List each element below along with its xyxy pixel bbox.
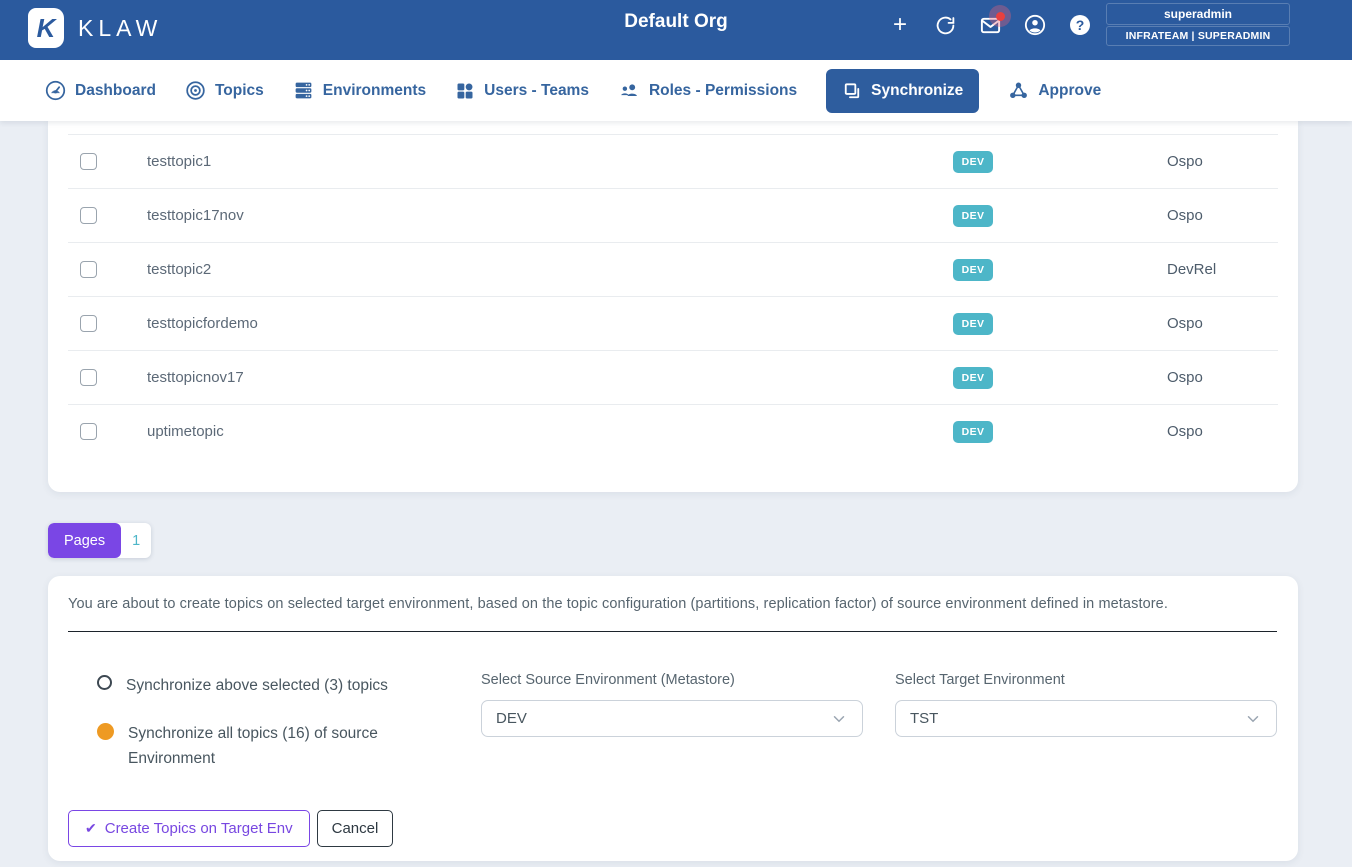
env-badge: DEV [953, 313, 994, 335]
app-root: K KLAW Default Org + [0, 0, 1352, 867]
target-env-field: Select Target Environment TST [895, 672, 1277, 737]
main-nav: Dashboard Topics Environments [0, 60, 1352, 121]
table-row: testtopic1 DEV Ospo [68, 134, 1278, 188]
nav-label: Topics [215, 82, 264, 100]
nav-item-approve[interactable]: Approve [1008, 80, 1101, 101]
topic-name: testtopic17nov [147, 207, 883, 224]
help-icon[interactable]: ? [1068, 13, 1092, 37]
team-name: Ospo [1063, 207, 1278, 224]
row-checkbox[interactable] [80, 315, 97, 332]
user-info[interactable]: superadmin INFRATEAM | SUPERADMIN [1106, 3, 1290, 46]
team-name: Ospo [1063, 423, 1278, 440]
notification-badge [989, 5, 1011, 27]
topic-name: uptimetopic [147, 423, 883, 440]
row-checkbox[interactable] [80, 153, 97, 170]
sync-scope-radio-group: Synchronize above selected (3) topics Sy… [97, 673, 457, 794]
row-checkbox[interactable] [80, 207, 97, 224]
gauge-icon [45, 80, 66, 101]
source-env-value: DEV [496, 710, 527, 727]
topic-name: testtopicfordemo [147, 315, 883, 332]
table-row: testtopicfordemo DEV Ospo [68, 296, 1278, 350]
target-env-label: Select Target Environment [895, 672, 1277, 688]
check-icon: ✔ [85, 820, 97, 837]
nav-label: Synchronize [871, 82, 963, 100]
top-header: K KLAW Default Org + [0, 0, 1352, 60]
nav-item-users-teams[interactable]: Users - Teams [455, 81, 589, 101]
table-row: testtopic2 DEV DevRel [68, 242, 1278, 296]
nav-item-roles-permissions[interactable]: Roles - Permissions [618, 80, 797, 102]
chevron-down-icon [830, 710, 848, 728]
team-name: Ospo [1063, 153, 1278, 170]
topic-name: testtopic2 [147, 261, 883, 278]
pages-label: Pages [48, 523, 121, 558]
table-row: testtopic17nov DEV Ospo [68, 188, 1278, 242]
source-env-label: Select Source Environment (Metastore) [481, 672, 863, 688]
username: superadmin [1106, 3, 1290, 25]
source-env-field: Select Source Environment (Metastore) DE… [481, 672, 863, 737]
user-icon[interactable] [1023, 13, 1047, 37]
target-env-value: TST [910, 710, 938, 727]
table-row: testtopicnov17 DEV Ospo [68, 350, 1278, 404]
page-1-button[interactable]: 1 [121, 523, 151, 558]
synchronize-panel: You are about to create topics on select… [48, 576, 1298, 861]
grid-icon [455, 81, 475, 101]
create-topics-label: Create Topics on Target Env [105, 820, 293, 837]
nav-label: Users - Teams [484, 82, 589, 100]
source-env-select[interactable]: DEV [481, 700, 863, 737]
env-badge: DEV [953, 205, 994, 227]
bullseye-icon [185, 80, 206, 101]
env-badge: DEV [953, 367, 994, 389]
mail-icon[interactable] [978, 13, 1002, 37]
topic-name: testtopic1 [147, 153, 883, 170]
target-env-select[interactable]: TST [895, 700, 1277, 737]
team-name: Ospo [1063, 369, 1278, 386]
people-icon [618, 80, 640, 102]
env-badge: DEV [953, 151, 994, 173]
row-checkbox[interactable] [80, 261, 97, 278]
nav-label: Approve [1038, 82, 1101, 100]
nav-item-synchronize[interactable]: Synchronize [826, 69, 979, 113]
chevron-down-icon [1244, 710, 1262, 728]
team-name: DevRel [1063, 261, 1278, 278]
env-badge: DEV [953, 259, 994, 281]
copy-icon [842, 81, 862, 101]
team-role: INFRATEAM | SUPERADMIN [1106, 26, 1290, 46]
row-checkbox[interactable] [80, 369, 97, 386]
nav-label: Roles - Permissions [649, 82, 797, 100]
cancel-button[interactable]: Cancel [317, 810, 394, 847]
team-name: Ospo [1063, 315, 1278, 332]
radio-selected-topics[interactable]: Synchronize above selected (3) topics [97, 673, 457, 698]
plus-icon[interactable]: + [888, 13, 912, 37]
server-icon [293, 80, 314, 101]
nav-item-topics[interactable]: Topics [185, 80, 264, 101]
radio-label: Synchronize above selected (3) topics [126, 673, 388, 698]
header-icon-bar: + [888, 10, 1092, 40]
env-badge: DEV [953, 421, 994, 443]
divider [68, 631, 1277, 632]
refresh-icon[interactable] [933, 13, 957, 37]
panel-actions: ✔ Create Topics on Target Env Cancel [68, 810, 393, 847]
create-topics-button[interactable]: ✔ Create Topics on Target Env [68, 810, 310, 847]
table-row: uptimetopic DEV Ospo [68, 404, 1278, 458]
network-icon [1008, 80, 1029, 101]
radio-label: Synchronize all topics (16) of source En… [128, 721, 433, 771]
row-checkbox[interactable] [80, 423, 97, 440]
radio-icon [97, 723, 114, 740]
panel-info-text: You are about to create topics on select… [68, 596, 1278, 612]
radio-all-topics[interactable]: Synchronize all topics (16) of source En… [97, 721, 457, 771]
topics-table-card: testtopic1 DEV Ospo testtopic17nov DEV O… [48, 121, 1298, 492]
topic-name: testtopicnov17 [147, 369, 883, 386]
radio-icon [97, 675, 112, 690]
pagination: Pages 1 [48, 523, 151, 558]
nav-label: Dashboard [75, 82, 156, 100]
nav-item-environments[interactable]: Environments [293, 80, 426, 101]
nav-item-dashboard[interactable]: Dashboard [45, 80, 156, 101]
nav-label: Environments [323, 82, 426, 100]
